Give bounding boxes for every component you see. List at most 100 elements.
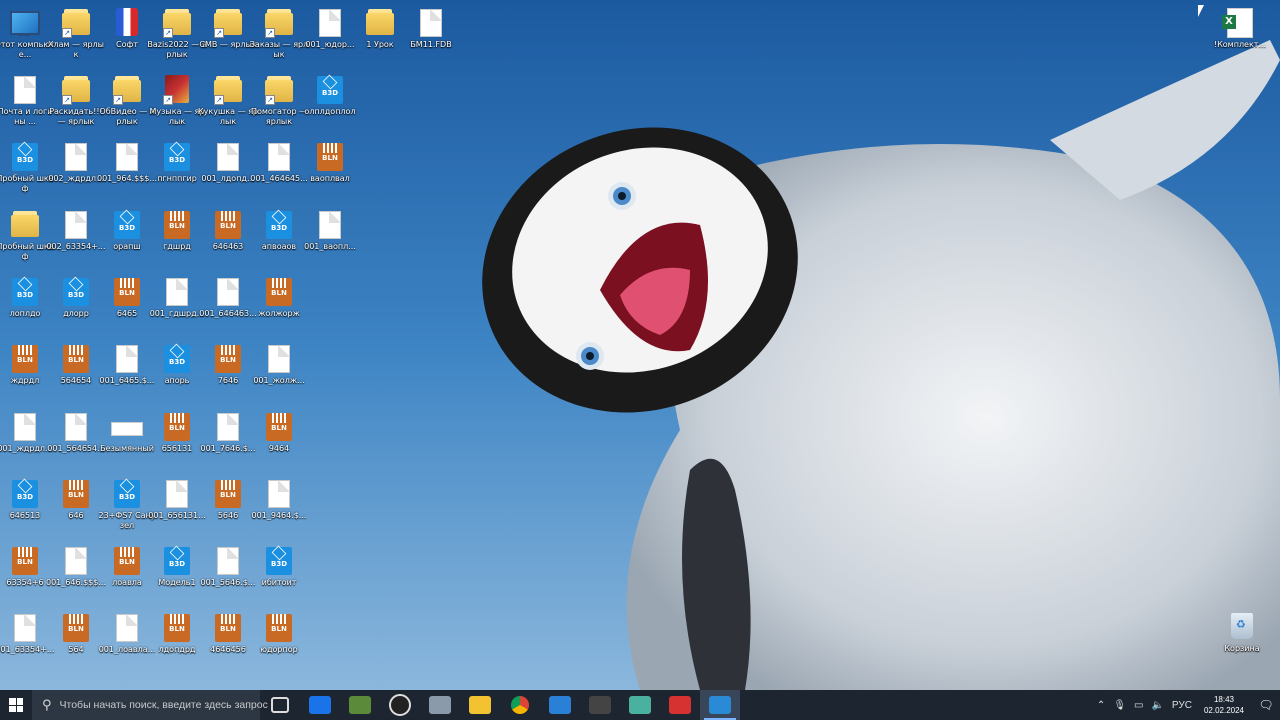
taskbar: ⚲ Чтобы начать поиск, введите здесь запр… <box>0 690 1280 720</box>
bln-file-icon: BLN <box>63 614 89 642</box>
desktop-icon[interactable]: Почта и логины ... <box>0 73 52 139</box>
desktop-icon[interactable]: 001_лоавла... <box>99 611 155 677</box>
desktop-icon[interactable]: Этот компьюте... <box>0 6 55 72</box>
volume-icon[interactable]: 🔈 <box>1147 700 1167 711</box>
desktop-icon[interactable]: ↗ Раскидать!!! — ярлык <box>49 73 103 139</box>
desktop-icon[interactable]: BLN гдшрд <box>152 208 202 274</box>
desktop-icon[interactable]: 001_жолж... <box>253 342 305 408</box>
file-icon <box>319 211 341 239</box>
start-button[interactable] <box>0 690 32 720</box>
desktop-icon[interactable]: 002_63354+... <box>46 208 106 274</box>
desktop-icon[interactable]: B3D Модель1 <box>152 544 202 610</box>
desktop-icon[interactable]: 001_гдшрд... <box>150 275 204 341</box>
desktop-icon[interactable]: ↗ Хлам — ярлык <box>48 6 104 72</box>
microphone-icon[interactable]: 🎙 <box>1109 700 1130 711</box>
desktop-icon[interactable]: ↗ Кукушка — ярлык <box>198 73 258 139</box>
desktop-icon[interactable]: B3D Пробный шкаф <box>0 140 54 206</box>
desktop-icon[interactable]: 001_646463... <box>199 275 257 341</box>
desktop-icon[interactable]: BLN ваоплвал <box>305 140 355 206</box>
taskbar-app-app-red-diamond[interactable] <box>660 690 700 720</box>
network-icon[interactable]: ▭ <box>1130 700 1147 711</box>
desktop-icon[interactable]: ↗ Музыка — ярлык <box>150 73 204 139</box>
desktop-icon[interactable]: B3D 646513 <box>0 477 50 543</box>
desktop-icon[interactable]: B3D апорь <box>152 342 202 408</box>
desktop-icon[interactable]: B3D ибитоит <box>254 544 304 610</box>
desktop-icon[interactable]: 001_7646.$... <box>201 410 255 476</box>
taskbar-clock[interactable]: 18:43 02.02.2024 <box>1196 694 1252 716</box>
taskbar-app-obs[interactable] <box>380 690 420 720</box>
desktop-icon-excel-file[interactable]: !Комплект... <box>1214 6 1266 72</box>
desktop-icon[interactable]: B3D лоплдо <box>0 275 50 341</box>
desktop-icon[interactable]: BLN 564654 <box>51 342 101 408</box>
desktop-icon[interactable]: BLN 656131 <box>152 410 202 476</box>
desktop-icon-recycle-bin[interactable]: Корзина <box>1217 610 1267 676</box>
taskbar-app-app-blue-pen[interactable] <box>540 690 580 720</box>
taskbar-app-app-active-blue[interactable] <box>700 690 740 720</box>
chrome-icon <box>511 696 529 714</box>
desktop-icon[interactable]: 001_6465.$... <box>100 342 154 408</box>
bln-file-icon: BLN <box>114 547 140 575</box>
desktop-icon[interactable]: 002_ждрдл... <box>48 140 104 206</box>
taskbar-app-app-teal-note[interactable] <box>620 690 660 720</box>
desktop-icon[interactable]: BLN 646463 <box>203 208 253 274</box>
app-green-globe-icon <box>349 696 371 714</box>
notification-center-icon[interactable]: 🗨 <box>1252 698 1280 712</box>
desktop-icon[interactable]: 001_646.$$$... <box>46 544 106 610</box>
desktop-icon[interactable]: 001_656131... <box>148 477 206 543</box>
desktop-icon[interactable]: BLN 63354+6 <box>0 544 50 610</box>
shortcut-arrow-icon: ↗ <box>265 95 275 105</box>
desktop-icon[interactable]: ↗ ОбВидео — ярлык <box>99 73 155 139</box>
desktop-icon[interactable]: B3D олплдоплол <box>304 73 356 139</box>
desktop-icon[interactable]: BLN 7646 <box>203 342 253 408</box>
taskbar-app-calculator[interactable] <box>580 690 620 720</box>
taskbar-app-app-gray-window[interactable] <box>420 690 460 720</box>
desktop-icon[interactable]: Безымянный <box>100 410 154 476</box>
desktop-icon[interactable]: B3D 23+ФS7 Санузел <box>99 477 155 543</box>
desktop-icon[interactable]: 001_63354+... <box>0 611 55 677</box>
desktop-icon[interactable]: BLN 646 <box>51 477 101 543</box>
desktop-icon[interactable]: ↗ СМВ — ярлык <box>199 6 257 72</box>
desktop-icon[interactable]: BLN жолжорж <box>254 275 304 341</box>
taskbar-app-chrome[interactable] <box>500 690 540 720</box>
desktop-icon[interactable]: 001_лдопд... <box>201 140 255 206</box>
file-icon <box>319 9 341 37</box>
desktop-icon[interactable]: BLN 6465 <box>102 275 152 341</box>
desktop-icon[interactable]: ↗ Bazis2022 — ярлык <box>147 6 207 72</box>
desktop-icon[interactable]: 001_464645... <box>250 140 308 206</box>
desktop-icon[interactable]: B3D пгнппгир <box>152 140 202 206</box>
desktop-icon[interactable]: БМ11.FDB <box>406 6 456 72</box>
app-blue-pen-icon <box>549 696 571 714</box>
show-hidden-icons-chevron-icon[interactable]: ⌃ <box>1093 700 1109 711</box>
desktop-icon[interactable]: B3D длорр <box>51 275 101 341</box>
desktop-icon[interactable]: BLN лоавла <box>102 544 152 610</box>
desktop-icon[interactable]: 001_ваопл... <box>304 208 356 274</box>
desktop-icon[interactable]: Софт <box>102 6 152 72</box>
mouse-cursor <box>1198 5 1204 17</box>
taskbar-app-app-green-globe[interactable] <box>340 690 380 720</box>
taskbar-app-task-view[interactable] <box>260 690 300 720</box>
desktop-icon[interactable]: ↗ Заказы — ярлык <box>250 6 308 72</box>
desktop-icon[interactable]: 001_9464.$... <box>252 477 306 543</box>
desktop-icon[interactable]: 001_964.$$$... <box>97 140 157 206</box>
input-language[interactable]: РУС <box>1168 700 1196 711</box>
desktop-icon[interactable]: BLN юдорпор <box>254 611 304 677</box>
taskbar-app-app-blue-wave[interactable] <box>300 690 340 720</box>
desktop-icon[interactable]: Пробный шкаф <box>0 208 54 274</box>
desktop-icon[interactable]: B3D орапш <box>102 208 152 274</box>
desktop-icon[interactable]: BLN ждрдл <box>0 342 50 408</box>
desktop-icon[interactable]: BLN 4646456 <box>203 611 253 677</box>
desktop-icon[interactable]: ↗ Помогатор — ярлык <box>251 73 307 139</box>
desktop-icon-label: 001_жолж... <box>253 376 305 385</box>
desktop-icon[interactable]: 001_юдор... <box>305 6 355 72</box>
desktop-icon[interactable]: BLN 5646 <box>203 477 253 543</box>
desktop-icon[interactable]: 001_5646.$... <box>201 544 255 610</box>
desktop-icon[interactable]: 001_564654... <box>47 410 105 476</box>
desktop-icon[interactable]: 1 Урок <box>355 6 405 72</box>
desktop-icon[interactable]: 001_ждрдл... <box>0 410 53 476</box>
desktop-icon[interactable]: BLN лдопдрд <box>152 611 202 677</box>
taskbar-app-file-explorer[interactable] <box>460 690 500 720</box>
taskbar-search-box[interactable]: ⚲ Чтобы начать поиск, введите здесь запр… <box>32 690 268 720</box>
desktop-icon[interactable]: BLN 9464 <box>254 410 304 476</box>
desktop-icon[interactable]: B3D апвоаов <box>254 208 304 274</box>
desktop-icon[interactable]: BLN 564 <box>51 611 101 677</box>
